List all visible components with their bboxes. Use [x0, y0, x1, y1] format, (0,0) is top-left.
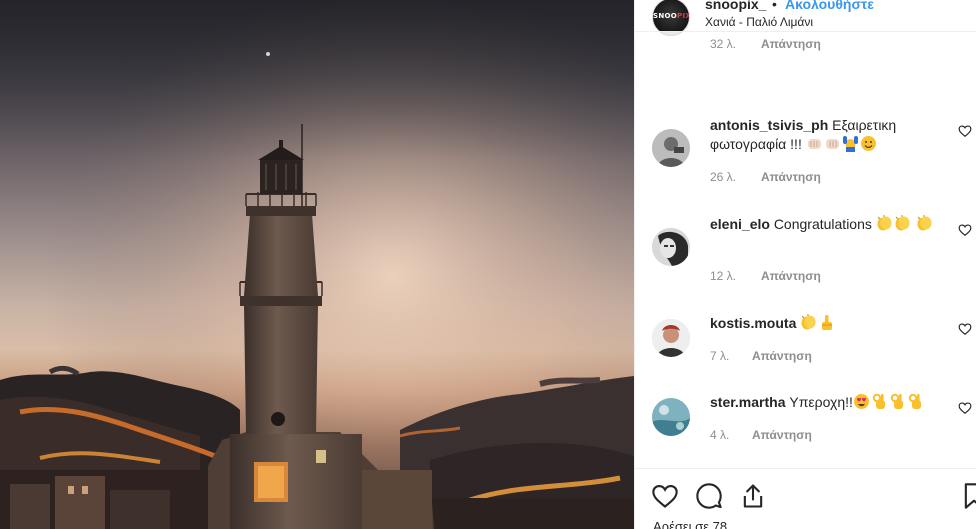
comment-avatar[interactable]: [652, 129, 690, 167]
likes-count[interactable]: Αρέσει σε 78: [653, 519, 727, 529]
post-photo[interactable]: [0, 0, 634, 529]
comment-time[interactable]: 32 λ.: [710, 37, 736, 51]
comment-body: eleni_elo Congratulations: [710, 215, 945, 234]
comment-icon[interactable]: [695, 482, 723, 510]
post-sidebar: SNOOPIX snoopix_ • Ακολουθήστε Χανιά - Π…: [635, 0, 976, 529]
point-up-emoji: [818, 314, 835, 331]
comment-username[interactable]: ster.martha: [710, 394, 785, 410]
post-actions: Αρέσει σε 78: [635, 469, 976, 529]
share-icon[interactable]: [739, 482, 767, 510]
comments-list[interactable]: 32 λ. Απάντηση antonis_tsivis_ph Εξαιρετ…: [635, 32, 976, 468]
comment-username[interactable]: eleni_elo: [710, 216, 770, 232]
comment-time[interactable]: 12 λ.: [710, 269, 736, 283]
clap-emoji: [916, 215, 933, 232]
comment-username[interactable]: kostis.mouta: [710, 315, 796, 331]
post-location[interactable]: Χανιά - Παλιό Λιμάνι: [705, 15, 813, 29]
comment-meta: 12 λ. Απάντηση: [710, 269, 910, 285]
comment-avatar[interactable]: [652, 398, 690, 436]
ok-hand-emoji: [889, 393, 906, 410]
reply-button[interactable]: Απάντηση: [761, 170, 821, 184]
comment-time[interactable]: 7 λ.: [710, 349, 729, 363]
smile-emoji: [860, 135, 877, 152]
like-comment-heart-icon[interactable]: [958, 401, 972, 415]
bookmark-icon[interactable]: [960, 482, 976, 510]
ok-hand-emoji: [871, 393, 888, 410]
author-logo: SNOOPIX: [653, 12, 690, 20]
header-separator: •: [772, 0, 777, 12]
comment-meta: 26 λ. Απάντηση: [710, 170, 910, 186]
clap-emoji: [800, 314, 817, 331]
reply-button[interactable]: Απάντηση: [752, 428, 812, 442]
comment-text: Υπεροχη!!: [789, 394, 853, 410]
comment-avatar[interactable]: [652, 319, 690, 357]
comment-avatar[interactable]: [652, 228, 690, 266]
ok-hand-emoji: [907, 393, 924, 410]
comment-time[interactable]: 26 λ.: [710, 170, 736, 184]
comment-meta: 32 λ. Απάντηση: [710, 37, 910, 53]
post-header: SNOOPIX snoopix_ • Ακολουθήστε Χανιά - Π…: [635, 0, 976, 36]
like-comment-heart-icon[interactable]: [958, 322, 972, 336]
reply-button[interactable]: Απάντηση: [761, 37, 821, 51]
like-comment-heart-icon[interactable]: [958, 223, 972, 237]
reply-button[interactable]: Απάντηση: [752, 349, 812, 363]
comment-body: kostis.mouta: [710, 314, 945, 333]
comment-username[interactable]: antonis_tsivis_ph: [710, 117, 828, 133]
like-comment-heart-icon[interactable]: [958, 124, 972, 138]
heart-eyes-emoji: [853, 393, 870, 410]
fist-bump-emoji: [824, 135, 841, 152]
heart-icon[interactable]: [651, 482, 679, 510]
raising-hands-person-emoji: [842, 135, 859, 152]
fist-bump-emoji: [806, 135, 823, 152]
lighthouse-photo-art: [0, 0, 634, 529]
comment-body: antonis_tsivis_ph Εξαιρετικη φωτογραφία …: [710, 116, 945, 154]
author-username[interactable]: snoopix_: [705, 0, 766, 12]
comment-meta: 4 λ. Απάντηση: [710, 428, 910, 444]
comment-meta: 7 λ. Απάντηση: [710, 349, 910, 365]
comment-text: Congratulations: [773, 216, 872, 232]
follow-button[interactable]: Ακολουθήστε: [785, 0, 874, 12]
reply-button[interactable]: Απάντηση: [761, 269, 821, 283]
comment-body: ster.martha Υπεροχη!!: [710, 393, 945, 412]
clap-emoji: [876, 215, 893, 232]
comment-avatar[interactable]: [652, 32, 690, 36]
clap-emoji: [894, 215, 911, 232]
comment-time[interactable]: 4 λ.: [710, 428, 729, 442]
